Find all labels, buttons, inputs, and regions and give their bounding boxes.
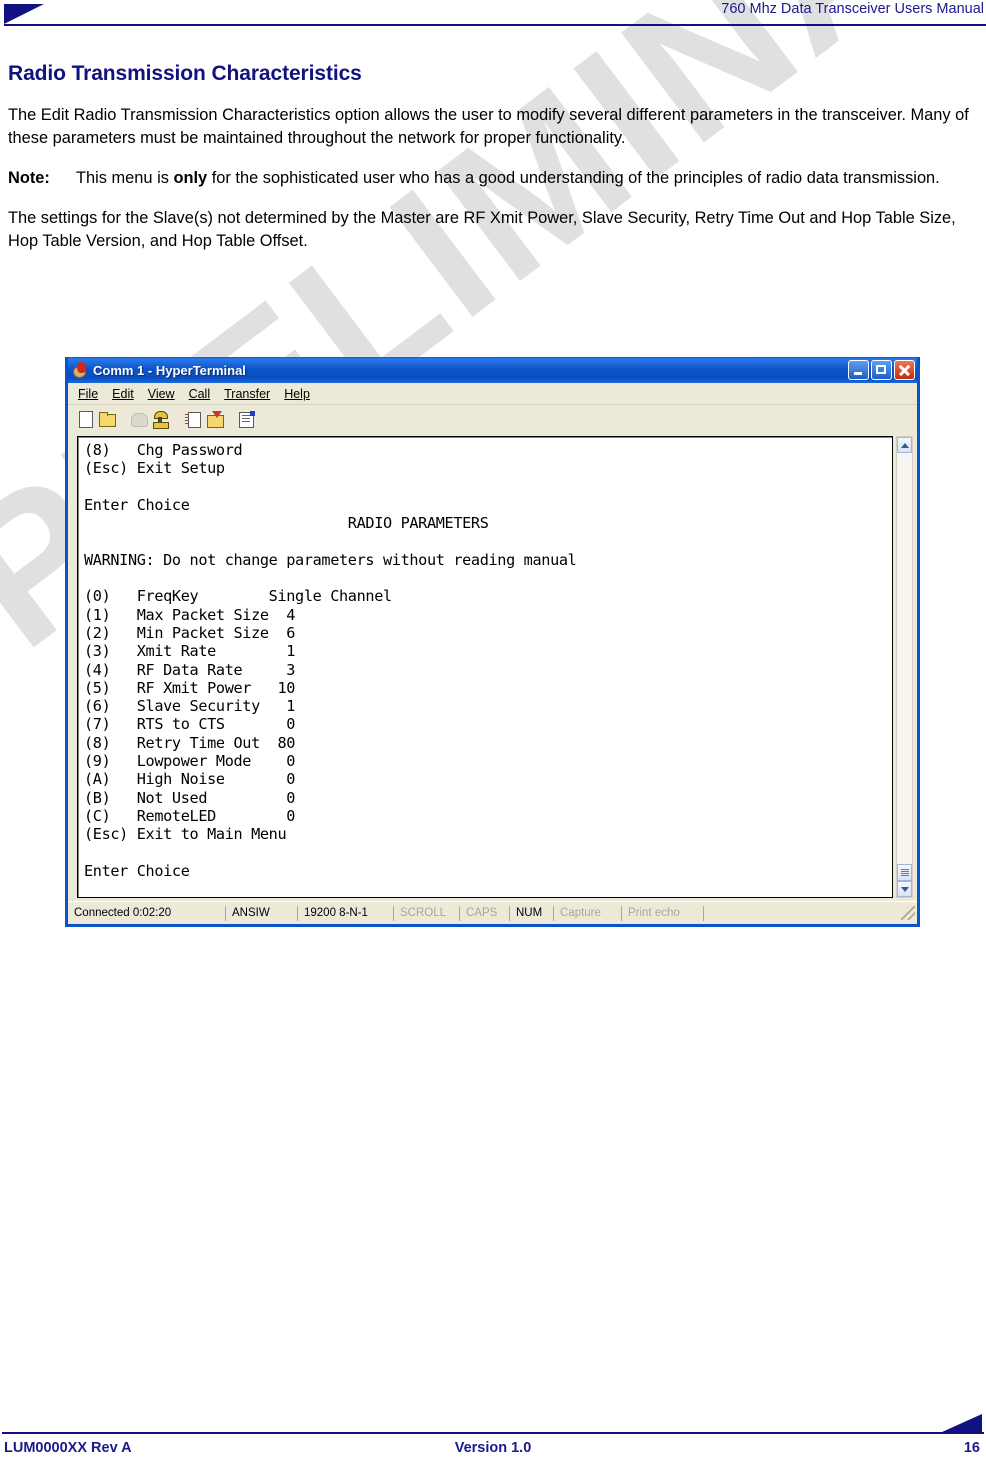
- scroll-up-button[interactable]: [897, 437, 912, 453]
- maximize-button[interactable]: [871, 360, 892, 380]
- menu-item-edit[interactable]: Edit: [112, 387, 134, 401]
- title-bar[interactable]: Comm 1 - HyperTerminal: [68, 357, 917, 383]
- terminal-client-area: (8) Chg Password (Esc) Exit Setup Enter …: [68, 432, 917, 902]
- note-label: Note:: [8, 169, 50, 187]
- status-capture-indicator: Capture: [554, 905, 622, 921]
- resize-grip[interactable]: [901, 906, 915, 920]
- status-num-indicator: NUM: [510, 905, 554, 921]
- footer-version: Version 1.0: [454, 1440, 532, 1456]
- new-connection-icon[interactable]: [77, 410, 95, 428]
- header-triangle-decoration: [4, 4, 44, 24]
- note-text-part1: This menu is: [76, 169, 174, 187]
- page-header: 760 Mhz Data Transceiver Users Manual: [0, 0, 986, 30]
- window-title: Comm 1 - HyperTerminal: [93, 362, 246, 378]
- footer-rule: [2, 1432, 984, 1434]
- menu-item-file[interactable]: File: [78, 387, 98, 401]
- header-rule: [4, 24, 986, 26]
- send-file-icon[interactable]: [185, 410, 203, 428]
- note-block: Note: This menu is only for the sophisti…: [8, 167, 978, 190]
- menu-call-label: Call: [188, 386, 211, 401]
- paragraph-intro: The Edit Radio Transmission Characterist…: [8, 106, 969, 147]
- toolbar: [68, 405, 917, 433]
- status-print-echo-indicator: Print echo: [622, 905, 704, 921]
- menu-file-label: File: [78, 386, 99, 401]
- header-title: 760 Mhz Data Transceiver Users Manual: [721, 1, 984, 17]
- scrollbar-track[interactable]: [897, 453, 912, 864]
- note-text-emphasis: only: [173, 169, 208, 187]
- menu-transfer-label: Transfer: [224, 386, 271, 401]
- note-text-part2: for the sophisticated user who has a goo…: [207, 169, 940, 187]
- status-emulation: ANSIW: [226, 905, 298, 921]
- menu-help-label: Help: [284, 386, 310, 401]
- status-caps-indicator: CAPS: [460, 905, 510, 921]
- menu-view-label: View: [147, 386, 175, 401]
- call-icon[interactable]: [153, 410, 171, 429]
- page-footer: LUM0000XX Rev A Version 1.0 16: [0, 1414, 986, 1474]
- disconnect-icon[interactable]: [131, 410, 149, 428]
- status-scroll-indicator: SCROLL: [394, 905, 460, 921]
- menu-item-call[interactable]: Call: [189, 387, 211, 401]
- menu-edit-label: Edit: [112, 386, 134, 401]
- terminal-text: (8) Chg Password (Esc) Exit Setup Enter …: [84, 441, 577, 880]
- menu-item-view[interactable]: View: [148, 387, 175, 401]
- status-port-settings: 19200 8-N-1: [298, 905, 394, 921]
- hyperterminal-icon: [72, 361, 88, 378]
- receive-file-icon[interactable]: [207, 410, 225, 428]
- note-text: This menu is only for the sophisticated …: [76, 167, 978, 190]
- terminal-scrollbar[interactable]: [896, 436, 913, 898]
- footer-page-number: 16: [963, 1440, 980, 1456]
- status-bar: Connected 0:02:20 ANSIW 19200 8-N-1 SCRO…: [68, 901, 917, 924]
- menu-item-help[interactable]: Help: [284, 387, 310, 401]
- terminal-screen[interactable]: (8) Chg Password (Esc) Exit Setup Enter …: [77, 436, 893, 898]
- footer-triangle-decoration: [942, 1414, 982, 1432]
- document-body: Radio Transmission Characteristics The E…: [8, 62, 978, 270]
- scrollbar-thumb[interactable]: [897, 864, 912, 881]
- menu-bar: File Edit View Call Transfer Help: [68, 383, 917, 405]
- status-connected: Connected 0:02:20: [68, 905, 226, 921]
- paragraph-slave-settings: The settings for the Slave(s) not determ…: [8, 209, 956, 250]
- minimize-button[interactable]: [848, 360, 869, 380]
- menu-item-transfer[interactable]: Transfer: [224, 387, 270, 401]
- scroll-down-button[interactable]: [897, 881, 912, 897]
- properties-icon[interactable]: [239, 410, 257, 428]
- hyperterminal-window: Comm 1 - HyperTerminal File Edit View Ca…: [65, 357, 920, 927]
- open-icon[interactable]: [99, 410, 117, 428]
- section-title: Radio Transmission Characteristics: [8, 62, 362, 85]
- close-button[interactable]: [894, 360, 915, 380]
